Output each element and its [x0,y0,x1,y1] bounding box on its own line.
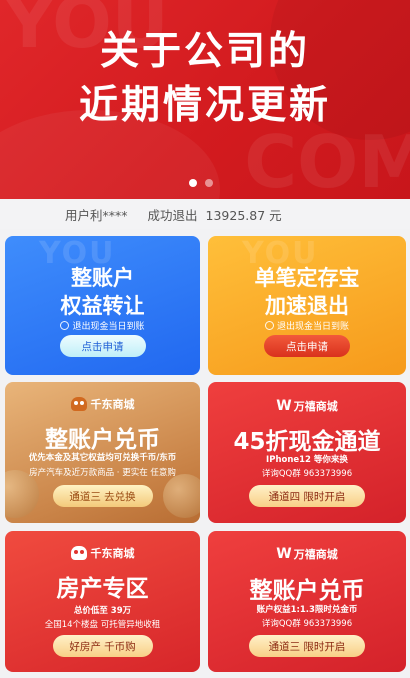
card-line1: IPhone12 等你来换 [266,455,348,465]
card-line2: 详询QQ群 963373996 [261,469,353,479]
card-title: 加速退出 [265,294,349,318]
card-line2: 全国14个楼盘 可托管异地收租 [44,620,161,630]
owl-logo-icon [70,397,87,411]
card-line1: 账户权益1:1.3限时兑金币 [256,605,358,615]
brand-wanxi: W 万禧商城 [276,546,338,562]
card-line1: 总价低至 39万 [73,606,132,616]
channel-button[interactable]: 通道三 限时开启 [249,635,365,657]
exit-ticker: 用户利**** 成功退出 13925.87 元 [0,199,410,229]
hero-banner[interactable]: YOU COM 关于公司的 近期情况更新 [0,0,410,199]
carousel-dot-active[interactable] [189,179,197,187]
banner-watermark: COM [244,120,410,199]
card-fixed-deposit-exit[interactable]: YOU 单笔定存宝 加速退出 退出现金当日到账 点击申请 [208,236,406,375]
card-title: 整账户 [71,266,134,290]
brand-qiandong: 千东商城 [5,396,200,412]
card-real-estate[interactable]: 千东商城 房产专区 总价低至 39万 全国14个楼盘 可托管异地收租 好房产 千… [5,531,200,672]
ticker-user: 用户利**** [65,207,128,223]
buy-house-button[interactable]: 好房产 千币购 [52,635,153,657]
brand-wanxi: W 万禧商城 [276,398,338,414]
card-note: 退出现金当日到账 [208,319,406,332]
carousel-indicator [189,179,213,187]
clock-icon [264,321,274,330]
card-account-coin-exchange[interactable]: 千东商城 整账户兑币 优先本金及其它权益均可兑换千币/东币 房产汽车及近万款商品… [5,382,200,523]
wanxi-logo-icon: W [276,398,292,414]
coin-decoration [163,474,200,518]
carousel-dot[interactable] [205,179,213,187]
apply-button[interactable]: 点击申请 [59,335,146,357]
channel-button[interactable]: 通道四 限时开启 [249,485,365,507]
card-note: 退出现金当日到账 [5,319,200,332]
exchange-button[interactable]: 通道三 去兑换 [52,485,153,507]
card-cash-channel[interactable]: W 万禧商城 45折现金通道 IPhone12 等你来换 详询QQ群 96337… [208,382,406,523]
card-title: 权益转让 [60,294,145,318]
card-line2: 房产汽车及近万款商品 · 更实在 任意购 [29,468,176,478]
card-title: 整账户兑币 [45,427,160,453]
card-title: 房产专区 [56,576,149,602]
clock-icon [60,321,70,330]
ticker-amount: 13925.87 元 [205,207,282,223]
card-title: 整账户兑币 [249,578,365,604]
banner-title-line2: 近期情况更新 [78,83,331,128]
card-account-equity-transfer[interactable]: YOU 整账户 权益转让 退出现金当日到账 点击申请 [5,236,200,375]
card-line1: 优先本金及其它权益均可兑换千币/东币 [28,453,177,463]
wanxi-logo-icon: W [276,546,292,562]
card-account-coin-redeem[interactable]: W 万禧商城 整账户兑币 账户权益1:1.3限时兑金币 详询QQ群 963373… [208,531,406,672]
brand-qiandong: 千东商城 [5,545,200,561]
ticker-status: 成功退出 [147,207,198,223]
card-line2: 详询QQ群 963373996 [261,619,353,629]
apply-button[interactable]: 点击申请 [264,335,350,357]
card-title: 单笔定存宝 [254,266,360,290]
owl-logo-icon [70,546,87,560]
card-title: 45折现金通道 [233,429,381,455]
banner-title-line1: 关于公司的 [99,29,310,74]
